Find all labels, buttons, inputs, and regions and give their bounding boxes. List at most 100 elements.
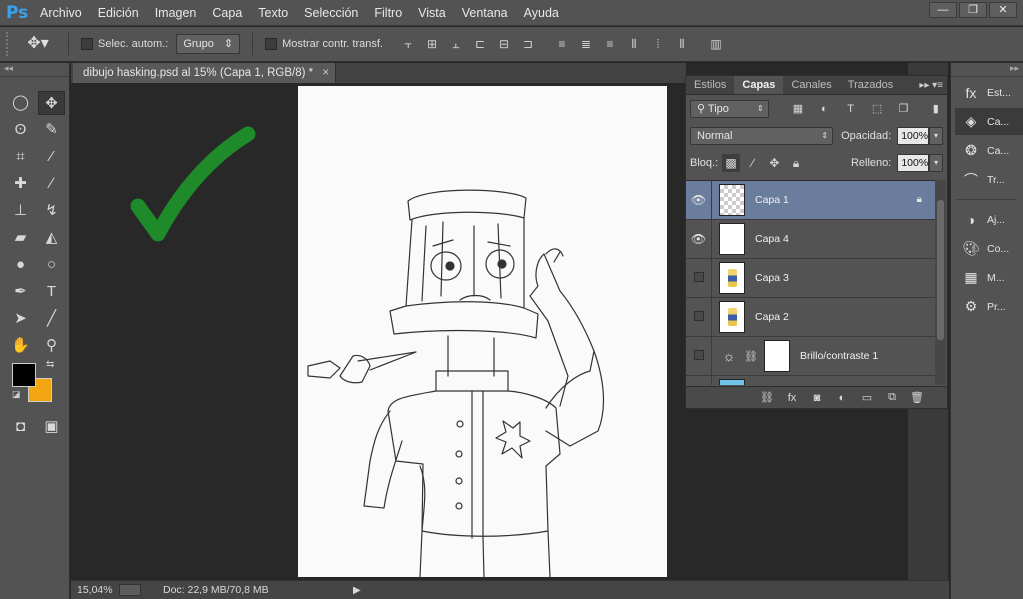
auto-select-dropdown[interactable]: Grupo ⇕ bbox=[176, 34, 241, 54]
filter-toggle-icon[interactable]: ▮ bbox=[929, 102, 943, 115]
fill-dropdown-icon[interactable]: ▾ bbox=[929, 153, 943, 172]
layer-row[interactable]: ☼ ⛓︎ Brillo/contraste 1 bbox=[686, 336, 936, 376]
dock-channels[interactable]: ❂ Ca... bbox=[951, 137, 1023, 164]
link-layers-icon[interactable]: ⛓︎ bbox=[759, 391, 775, 404]
tools-panel-collapse-icon[interactable]: ◂◂ bbox=[0, 63, 69, 77]
eyedropper-icon[interactable]: ⁄ bbox=[38, 145, 65, 169]
filter-smart-object-icon[interactable]: ❐ bbox=[896, 102, 910, 115]
menu-ventana[interactable]: Ventana bbox=[454, 0, 516, 26]
new-group-icon[interactable]: ▭ bbox=[859, 391, 875, 404]
layer-row[interactable]: Capa 3 bbox=[686, 258, 936, 298]
blend-mode-dropdown[interactable]: Normal ⇕ bbox=[690, 126, 834, 145]
layer-row[interactable]: 👁︎ Capa 1 🔒︎ bbox=[686, 181, 936, 220]
lock-position-icon[interactable]: ✥ bbox=[766, 154, 784, 172]
visibility-toggle-icon[interactable] bbox=[686, 336, 712, 376]
opacity-input[interactable]: 100% bbox=[897, 126, 930, 145]
menu-filtro[interactable]: Filtro bbox=[366, 0, 410, 26]
dock-swatches[interactable]: ▦ M... bbox=[951, 264, 1023, 291]
distribute-top-icon[interactable]: ≡ bbox=[553, 35, 571, 53]
dock-collapse-icon[interactable]: ▸▸ bbox=[951, 63, 1023, 77]
eye-icon[interactable]: 👁︎ bbox=[686, 219, 712, 259]
menu-edicion[interactable]: Edición bbox=[90, 0, 147, 26]
filter-adjustment-icon[interactable]: ◐ bbox=[817, 103, 831, 115]
scrollbar-thumb[interactable] bbox=[937, 200, 944, 340]
layer-row[interactable]: 👁︎ Capa 4 bbox=[686, 219, 936, 259]
menu-imagen[interactable]: Imagen bbox=[147, 0, 205, 26]
delete-layer-icon[interactable]: 🗑︎ bbox=[909, 391, 925, 404]
menu-seleccion[interactable]: Selección bbox=[296, 0, 366, 26]
transform-controls-option[interactable]: Mostrar contr. transf. bbox=[265, 38, 383, 50]
move-tool-preset-icon[interactable]: ✥▾ bbox=[20, 32, 56, 56]
tab-canales[interactable]: Canales bbox=[783, 76, 839, 94]
auto-select-option[interactable]: Selec. autom.: bbox=[81, 38, 168, 50]
options-grip[interactable] bbox=[6, 32, 12, 56]
tab-trazados[interactable]: Trazados bbox=[840, 76, 901, 94]
healing-brush-icon[interactable]: ✚ bbox=[7, 172, 34, 196]
dock-adjustments[interactable]: ◑ Aj... bbox=[951, 206, 1023, 233]
brush-icon[interactable]: ∕ bbox=[38, 172, 65, 196]
status-info-icon[interactable] bbox=[119, 584, 141, 596]
line-icon[interactable]: ╱ bbox=[38, 307, 65, 331]
quick-mask-icon[interactable]: ◘ bbox=[7, 415, 34, 439]
zoom-level[interactable]: 15,04% bbox=[71, 584, 119, 596]
minimize-button[interactable]: — bbox=[929, 2, 957, 18]
align-bottom-icon[interactable]: ⫠ bbox=[447, 35, 465, 53]
dock-layers[interactable]: ◈ Ca... bbox=[955, 108, 1023, 135]
quick-selection-icon[interactable]: ✎ bbox=[38, 118, 65, 142]
dock-presets[interactable]: ⚙︎ Pr... bbox=[951, 293, 1023, 320]
swap-colors-icon[interactable]: ⇆ bbox=[46, 359, 54, 370]
align-top-icon[interactable]: ⫟ bbox=[399, 35, 417, 53]
new-adjustment-icon[interactable]: ◐ bbox=[834, 392, 850, 404]
lock-transparent-icon[interactable]: ▩ bbox=[722, 153, 740, 172]
distribute-vcenter-icon[interactable]: ≣ bbox=[577, 35, 595, 53]
align-hcenter-icon[interactable]: ⊟ bbox=[495, 35, 513, 53]
align-right-icon[interactable]: ⊐ bbox=[519, 35, 537, 53]
close-window-button[interactable]: ✕ bbox=[989, 2, 1017, 18]
pen-icon[interactable]: ✒ bbox=[7, 280, 34, 304]
tab-estilos[interactable]: Estilos bbox=[686, 76, 734, 94]
auto-select-checkbox[interactable] bbox=[81, 38, 93, 50]
clone-stamp-icon[interactable]: ⊥ bbox=[7, 199, 34, 223]
status-menu-arrow-icon[interactable]: ▶ bbox=[353, 585, 361, 596]
menu-texto[interactable]: Texto bbox=[250, 0, 296, 26]
align-vcenter-icon[interactable]: ⊞ bbox=[423, 35, 441, 53]
menu-capa[interactable]: Capa bbox=[204, 0, 250, 26]
eye-icon[interactable]: 👁︎ bbox=[686, 181, 712, 220]
history-brush-icon[interactable]: ↯ bbox=[38, 199, 65, 223]
menu-archivo[interactable]: Archivo bbox=[32, 0, 90, 26]
blur-icon[interactable]: ● bbox=[7, 253, 34, 277]
layer-row[interactable]: Capa 2 bbox=[686, 297, 936, 337]
paint-bucket-icon[interactable]: ◭ bbox=[38, 226, 65, 250]
filter-shape-icon[interactable]: ⬚ bbox=[870, 102, 884, 115]
foreground-color-swatch[interactable] bbox=[12, 363, 36, 387]
dock-styles[interactable]: fx Est... bbox=[951, 79, 1023, 106]
layer-style-fx-icon[interactable]: fx bbox=[784, 392, 800, 404]
lock-image-icon[interactable]: ∕ bbox=[744, 154, 762, 172]
visibility-toggle-icon[interactable] bbox=[686, 375, 712, 385]
transform-controls-checkbox[interactable] bbox=[265, 38, 278, 50]
distribute-bottom-icon[interactable]: ≡ bbox=[601, 35, 619, 53]
layer-list-scrollbar[interactable] bbox=[935, 180, 946, 385]
layer-row[interactable] bbox=[686, 375, 936, 385]
menu-vista[interactable]: Vista bbox=[410, 0, 454, 26]
add-mask-icon[interactable]: ◙ bbox=[809, 392, 825, 404]
default-colors-icon[interactable]: ◪ bbox=[12, 389, 21, 400]
filter-pixel-icon[interactable]: ▦ bbox=[791, 102, 805, 115]
document-canvas[interactable] bbox=[298, 86, 667, 578]
menu-ayuda[interactable]: Ayuda bbox=[516, 0, 567, 26]
panel-menu-icon[interactable]: ▸▸ ▾≡ bbox=[919, 76, 943, 95]
close-document-icon[interactable]: × bbox=[322, 63, 329, 83]
dodge-icon[interactable]: ○ bbox=[38, 253, 65, 277]
zoom-icon[interactable]: ⚲ bbox=[38, 334, 65, 358]
dock-color[interactable]: 🎨︎ Co... bbox=[951, 235, 1023, 262]
path-selection-icon[interactable]: ➤ bbox=[7, 307, 34, 331]
dock-paths[interactable]: ⌒ Tr... bbox=[951, 166, 1023, 193]
new-layer-icon[interactable]: ⧉ bbox=[884, 391, 900, 404]
screen-mode-icon[interactable]: ▣ bbox=[38, 415, 65, 439]
elliptical-marquee-icon[interactable]: ◯ bbox=[7, 91, 34, 115]
crop-icon[interactable]: ⌗ bbox=[7, 145, 34, 169]
distribute-hcenter-icon[interactable]: ⦙ bbox=[649, 35, 667, 53]
distribute-right-icon[interactable]: ⦀ bbox=[673, 35, 691, 53]
auto-align-icon[interactable]: ▥ bbox=[707, 35, 725, 53]
type-icon[interactable]: T bbox=[38, 280, 65, 304]
